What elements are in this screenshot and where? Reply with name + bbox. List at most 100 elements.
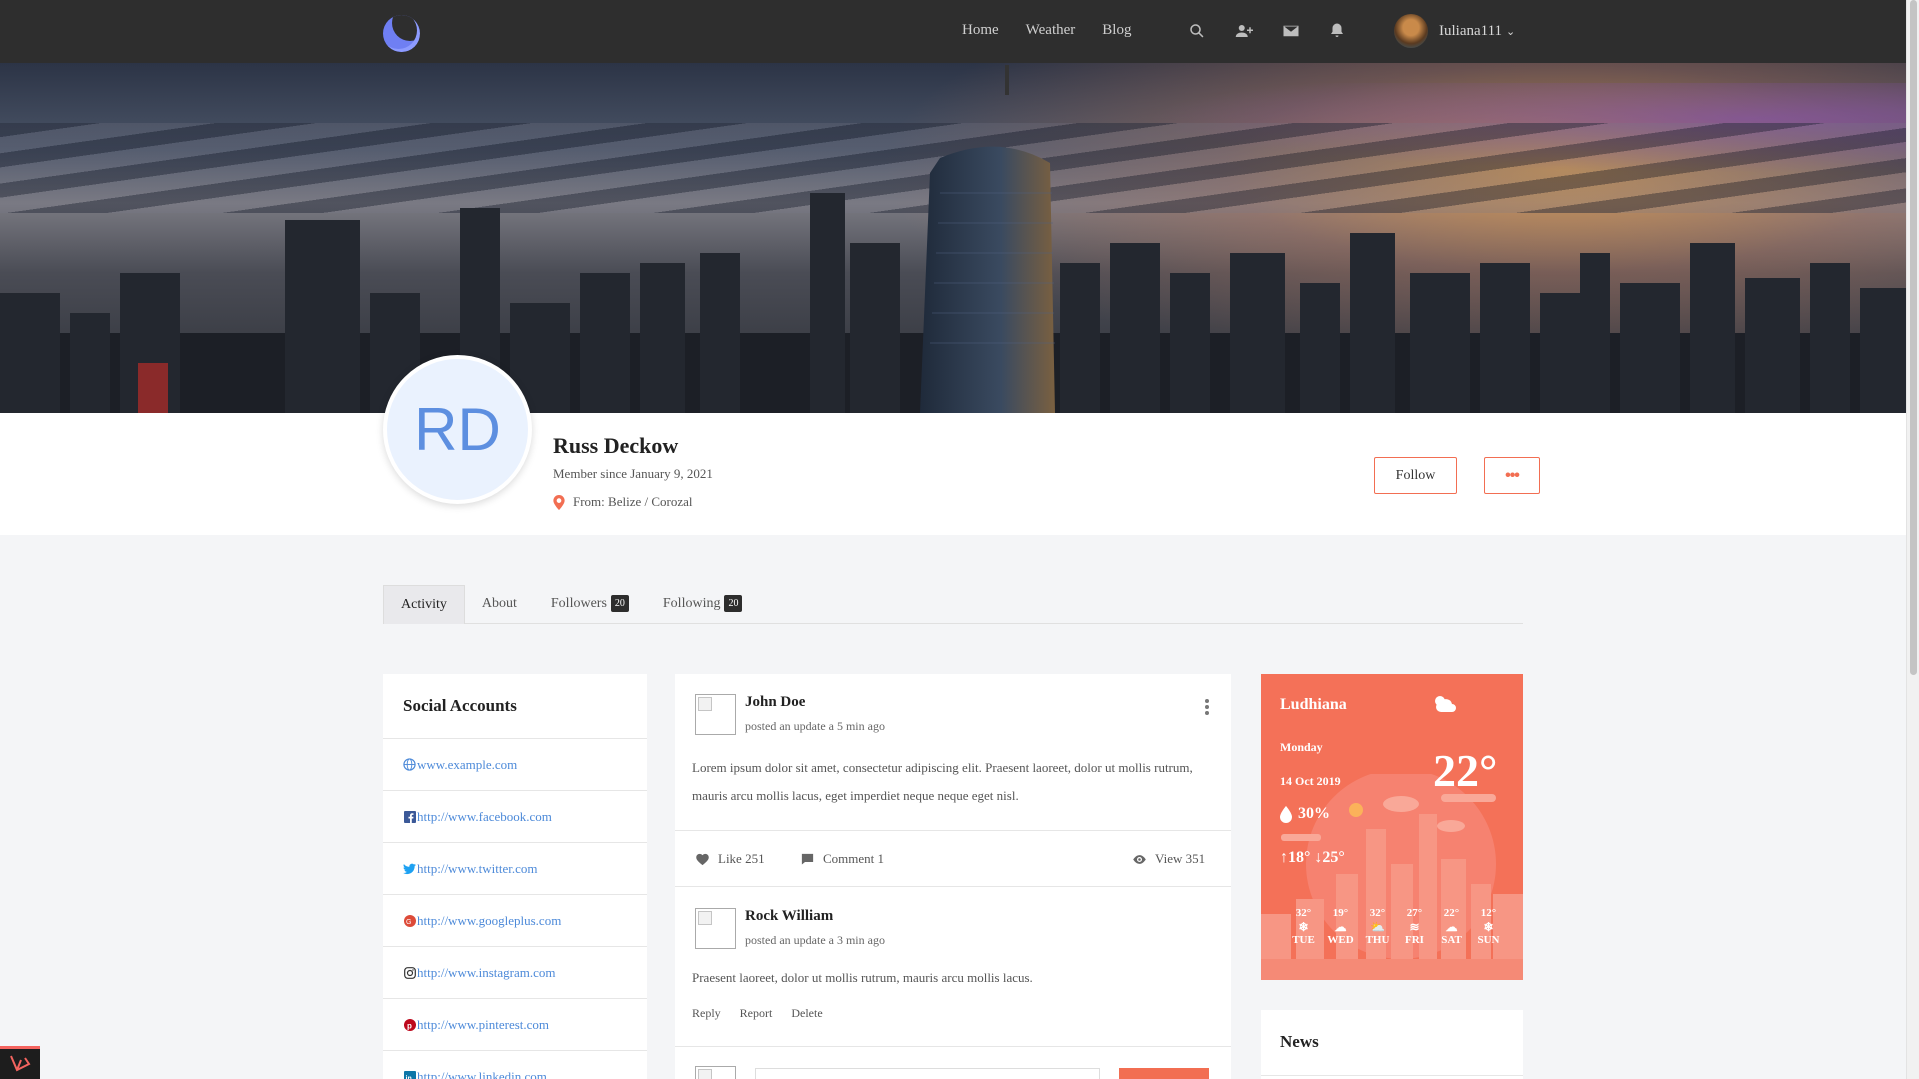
social-item-pinterest: p http://www.pinterest.com bbox=[383, 999, 647, 1051]
post-body: Lorem ipsum dolor sit amet, consectetur … bbox=[692, 760, 1193, 803]
heart-icon bbox=[696, 853, 709, 865]
weather-humidity: 30% bbox=[1280, 805, 1330, 823]
scrollbar-thumb[interactable] bbox=[1910, 0, 1917, 675]
profile-header bbox=[0, 413, 1906, 535]
social-item-facebook: http://www.facebook.com bbox=[383, 791, 647, 843]
news-card: News bbox=[1261, 1010, 1523, 1079]
social-item-twitter: http://www.twitter.com bbox=[383, 843, 647, 895]
post-author-avatar[interactable] bbox=[695, 908, 736, 949]
post-author-name[interactable]: Rock William bbox=[745, 908, 833, 925]
social-item-instagram: http://www.instagram.com bbox=[383, 947, 647, 999]
like-button[interactable]: Like 251 bbox=[695, 851, 765, 867]
snow-icon: ❄ bbox=[1483, 920, 1494, 934]
googleplus-icon: G bbox=[403, 914, 416, 927]
profile-avatar: RD bbox=[383, 355, 532, 504]
weather-temperature: 22° bbox=[1433, 745, 1498, 796]
post-actions: Reply Report Delete bbox=[692, 1006, 839, 1021]
cloud-icon: ☁ bbox=[1445, 920, 1458, 934]
search-icon[interactable] bbox=[1188, 22, 1206, 40]
social-link-pinterest[interactable]: http://www.pinterest.com bbox=[417, 1017, 549, 1033]
nav-blog-link[interactable]: Blog bbox=[1102, 22, 1131, 39]
logo-icon[interactable] bbox=[383, 15, 420, 52]
arrow-up-icon: ↑ bbox=[1280, 849, 1288, 866]
eye-icon bbox=[1133, 854, 1146, 864]
avatar bbox=[1394, 14, 1428, 48]
social-link-googleplus[interactable]: http://www.googleplus.com bbox=[417, 913, 561, 929]
weather-date: 14 Oct 2019 bbox=[1280, 774, 1341, 788]
post-author-avatar[interactable] bbox=[695, 694, 736, 735]
view-count: View 351 bbox=[1132, 851, 1205, 867]
post-meta: posted an update a 3 min ago bbox=[745, 933, 885, 947]
following-count-badge: 20 bbox=[724, 595, 743, 613]
forecast-day: 22° ☁ SAT bbox=[1433, 906, 1470, 948]
add-friend-icon[interactable] bbox=[1235, 22, 1253, 40]
social-item-website: www.example.com bbox=[383, 739, 647, 791]
forecast-day: 32° ⛅ THU bbox=[1359, 906, 1396, 948]
comment-input[interactable] bbox=[755, 1068, 1100, 1079]
nav-weather-link[interactable]: Weather bbox=[1026, 22, 1076, 39]
member-since: Member since January 9, 2021 bbox=[553, 466, 713, 481]
pinterest-icon: p bbox=[403, 1018, 416, 1031]
droplet-icon bbox=[1280, 805, 1292, 823]
username-label: Iuliana111 bbox=[1439, 22, 1503, 39]
forecast-day: 27° ≋ FRI bbox=[1396, 906, 1433, 948]
user-menu[interactable]: Iuliana111 ⌄ bbox=[1394, 14, 1515, 48]
tab-followers[interactable]: Followers 20 bbox=[534, 585, 646, 624]
tab-following[interactable]: Following 20 bbox=[646, 585, 760, 624]
weather-forecast: 32° ❄ TUE 19° ☁ WED 32° ⛅ THU 27° ≋ FRI 22° ☁ SAT … bbox=[1285, 906, 1507, 948]
post-menu-icon[interactable] bbox=[1205, 699, 1209, 715]
cloud-sun-icon: ⛅ bbox=[1370, 920, 1385, 934]
social-link-linkedin[interactable]: http://www.linkedin.com bbox=[417, 1069, 547, 1079]
globe-icon bbox=[403, 758, 416, 771]
social-link-website[interactable]: www.example.com bbox=[417, 757, 517, 773]
social-link-facebook[interactable]: http://www.facebook.com bbox=[417, 809, 552, 825]
followers-count-badge: 20 bbox=[610, 595, 629, 613]
wind-icon: ≋ bbox=[1409, 920, 1420, 934]
main-nav: Home Weather Blog bbox=[962, 22, 1158, 39]
comment-button[interactable]: Comment 1 bbox=[800, 851, 884, 867]
post-body: Praesent laoreet, dolor ut mollis rutrum… bbox=[692, 970, 1033, 985]
svg-text:G: G bbox=[406, 919, 411, 926]
social-accounts-card: Social Accounts www.example.com http://w… bbox=[383, 674, 647, 1079]
chevron-down-icon: ⌄ bbox=[1506, 25, 1516, 38]
tab-activity[interactable]: Activity bbox=[383, 585, 465, 624]
social-item-googleplus: G http://www.googleplus.com bbox=[383, 895, 647, 947]
comment-submit-button[interactable] bbox=[1119, 1068, 1209, 1079]
top-navbar: Home Weather Blog Iuliana111 ⌄ bbox=[0, 0, 1906, 63]
weather-widget: Ludhiana Monday 14 Oct 2019 22° 30% ↑18°… bbox=[1261, 674, 1523, 980]
location-text: From: Belize / Corozal bbox=[573, 494, 693, 509]
cover-image bbox=[0, 63, 1906, 413]
bell-icon[interactable] bbox=[1328, 22, 1346, 40]
profile-name: Russ Deckow bbox=[553, 433, 679, 458]
page-scrollbar[interactable] bbox=[1906, 0, 1919, 1079]
divider bbox=[675, 830, 1231, 831]
social-accounts-title: Social Accounts bbox=[383, 674, 647, 739]
activity-feed: John Doe posted an update a 5 min ago Lo… bbox=[675, 674, 1231, 1079]
svg-text:in: in bbox=[405, 1075, 411, 1079]
mail-icon[interactable] bbox=[1282, 22, 1300, 40]
comment-icon bbox=[801, 853, 814, 864]
reply-link[interactable]: Reply bbox=[692, 1006, 721, 1020]
nav-home-link[interactable]: Home bbox=[962, 22, 999, 39]
map-pin-icon bbox=[553, 494, 565, 510]
weather-range: ↑18° ↓25° bbox=[1280, 849, 1345, 866]
profile-location: From: Belize / Corozal bbox=[553, 494, 693, 510]
more-options-button[interactable]: ••• bbox=[1484, 457, 1540, 494]
delete-link[interactable]: Delete bbox=[791, 1006, 822, 1020]
tab-about[interactable]: About bbox=[465, 585, 534, 624]
report-link[interactable]: Report bbox=[740, 1006, 773, 1020]
follow-button[interactable]: Follow bbox=[1374, 457, 1457, 494]
forecast-day: 19° ☁ WED bbox=[1322, 906, 1359, 948]
social-link-instagram[interactable]: http://www.instagram.com bbox=[417, 965, 556, 981]
svg-text:p: p bbox=[407, 1021, 412, 1030]
forecast-day: 12° ❄ SUN bbox=[1470, 906, 1507, 948]
comment-avatar bbox=[695, 1066, 736, 1079]
cloud-rain-icon: ☁ bbox=[1334, 920, 1347, 934]
cloud-sun-icon bbox=[1435, 696, 1456, 712]
social-link-twitter[interactable]: http://www.twitter.com bbox=[417, 861, 537, 877]
instagram-icon bbox=[403, 966, 416, 979]
weather-city: Ludhiana bbox=[1280, 696, 1347, 713]
post-author-name[interactable]: John Doe bbox=[745, 694, 805, 711]
forecast-day: 32° ❄ TUE bbox=[1285, 906, 1322, 948]
laravel-debugbar-icon[interactable] bbox=[0, 1046, 40, 1079]
